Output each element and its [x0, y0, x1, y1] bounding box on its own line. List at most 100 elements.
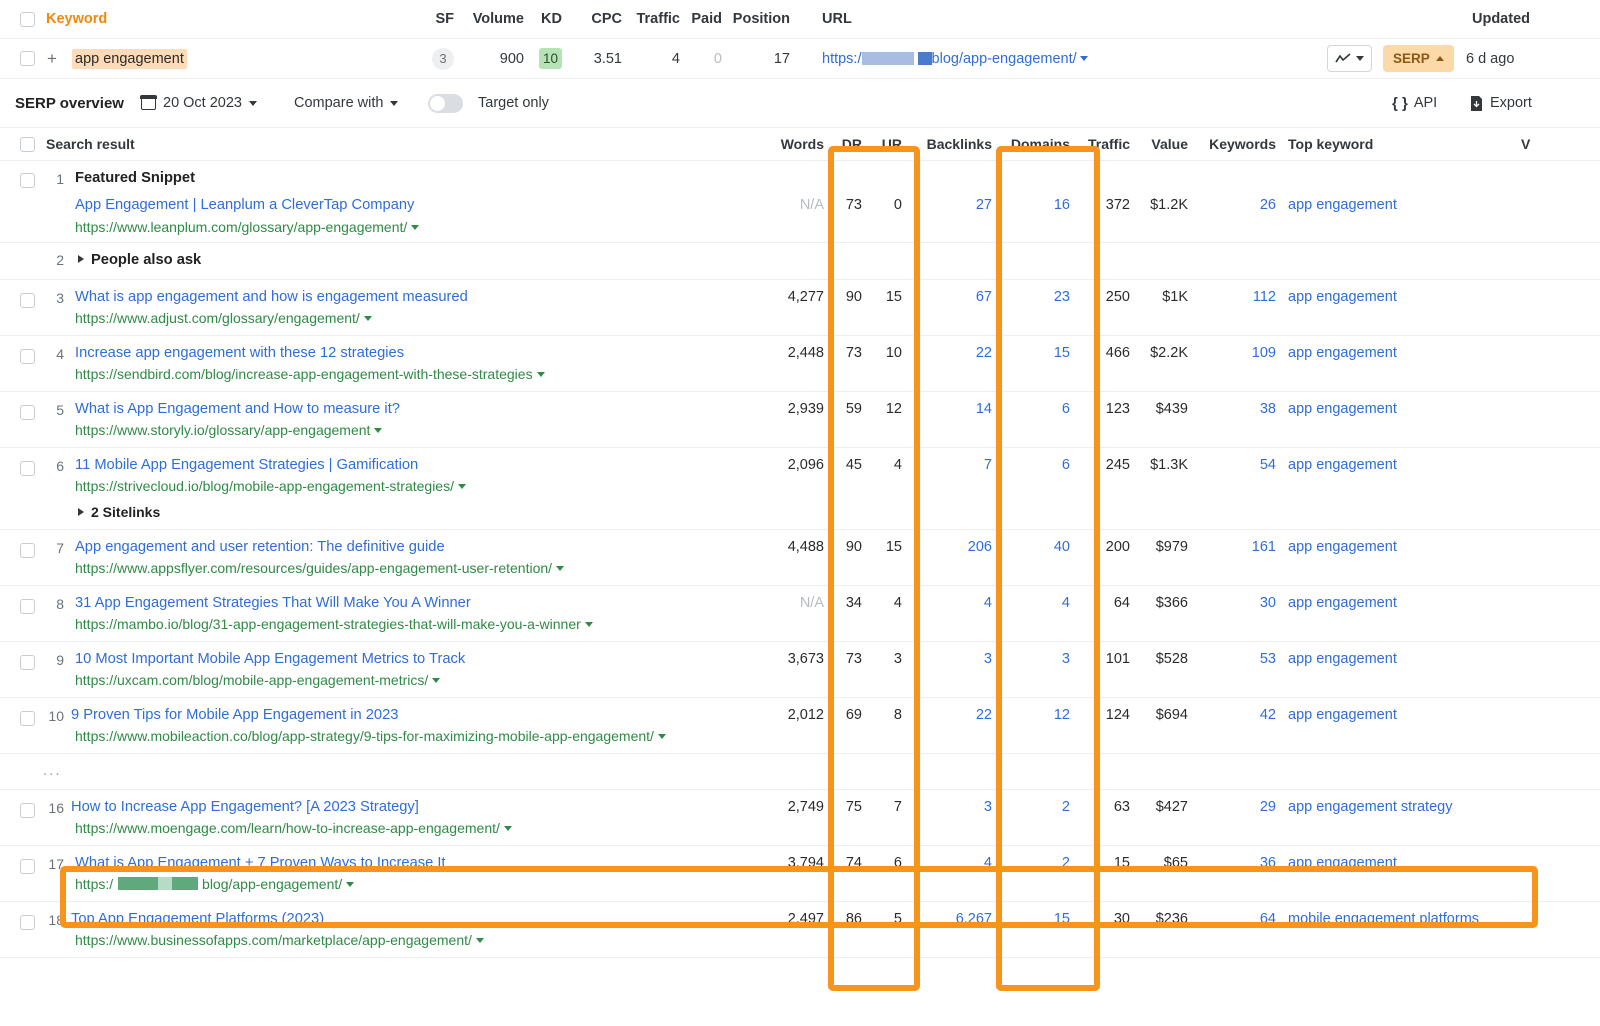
result-url[interactable]: https://mambo.io/blog/31-app-engagement-…: [75, 616, 593, 632]
keywords-value[interactable]: 30: [1196, 595, 1276, 611]
top-keyword-column-header[interactable]: Top keyword: [1288, 128, 1373, 160]
keywords-value[interactable]: 38: [1196, 401, 1276, 417]
updated-column-header[interactable]: Updated: [1400, 0, 1530, 38]
backlinks-value[interactable]: 4: [912, 595, 992, 611]
top-keyword-value[interactable]: app engagement: [1288, 855, 1397, 871]
export-button[interactable]: Export: [1470, 79, 1532, 127]
keywords-value[interactable]: 161: [1196, 539, 1276, 555]
domains-value[interactable]: 15: [1000, 911, 1070, 927]
select-all-results-checkbox[interactable]: [20, 128, 35, 160]
chevron-down-icon[interactable]: [536, 372, 545, 377]
serp-toggle-button[interactable]: SERP: [1383, 39, 1454, 78]
backlinks-value[interactable]: 6,267: [912, 911, 992, 927]
value-column-header[interactable]: Value: [1136, 128, 1188, 160]
add-keyword-button[interactable]: +: [47, 39, 57, 78]
domains-value[interactable]: 2: [1000, 799, 1070, 815]
chevron-down-icon[interactable]: [457, 484, 466, 489]
result-url[interactable]: https://uxcam.com/blog/mobile-app-engage…: [75, 672, 441, 688]
domains-value[interactable]: 6: [1000, 401, 1070, 417]
domains-column-header[interactable]: Domains: [1000, 128, 1070, 160]
compare-with-dropdown[interactable]: Compare with: [294, 79, 399, 127]
paid-column-header[interactable]: Paid: [686, 0, 722, 38]
result-url[interactable]: https://sendbird.com/blog/increase-app-e…: [75, 366, 545, 382]
row-checkbox[interactable]: [20, 698, 35, 738]
cpc-column-header[interactable]: CPC: [578, 0, 622, 38]
top-keyword-value[interactable]: app engagement: [1288, 707, 1397, 723]
keyword-value[interactable]: app engagement: [72, 39, 187, 78]
words-column-header[interactable]: Words: [756, 128, 824, 160]
backlinks-value[interactable]: 14: [912, 401, 992, 417]
domains-value[interactable]: 15: [1000, 345, 1070, 361]
keywords-value[interactable]: 109: [1196, 345, 1276, 361]
chevron-down-icon[interactable]: [657, 734, 666, 739]
chevron-down-icon[interactable]: [411, 225, 420, 230]
row-checkbox[interactable]: [20, 280, 35, 320]
result-url[interactable]: https://www.storyly.io/glossary/app-enga…: [75, 422, 383, 438]
target-url-link[interactable]: https:/ blog/app-engagement/: [822, 39, 1088, 78]
domains-value[interactable]: 4: [1000, 595, 1070, 611]
row-checkbox[interactable]: [20, 846, 35, 886]
row-checkbox[interactable]: [20, 790, 35, 830]
api-button[interactable]: { } API: [1392, 79, 1437, 127]
chevron-down-icon[interactable]: [1079, 56, 1088, 61]
result-url[interactable]: https://www.appsflyer.com/resources/guid…: [75, 560, 565, 576]
row-checkbox[interactable]: [20, 902, 35, 942]
select-all-keywords-checkbox[interactable]: [20, 0, 35, 38]
backlinks-value[interactable]: 3: [912, 799, 992, 815]
row-checkbox[interactable]: [20, 392, 35, 432]
top-keyword-value[interactable]: app engagement: [1288, 539, 1397, 555]
toggle-switch[interactable]: [428, 93, 463, 113]
domains-value[interactable]: 2: [1000, 855, 1070, 871]
result-url[interactable]: https://www.moengage.com/learn/how-to-in…: [75, 820, 512, 836]
row-checkbox[interactable]: [20, 448, 35, 488]
people-also-ask-toggle[interactable]: People also ask: [78, 252, 201, 268]
top-keyword-value[interactable]: app engagement: [1288, 595, 1397, 611]
volume-column-header-truncated[interactable]: V: [1521, 128, 1530, 160]
dr-column-header[interactable]: DR: [832, 128, 862, 160]
backlinks-value[interactable]: 67: [912, 289, 992, 305]
backlinks-value[interactable]: 3: [912, 651, 992, 667]
top-keyword-value[interactable]: app engagement: [1288, 401, 1397, 417]
kd-column-header[interactable]: KD: [530, 0, 562, 38]
keywords-value[interactable]: 64: [1196, 911, 1276, 927]
search-result-column-header[interactable]: Search result: [46, 128, 135, 160]
domains-value[interactable]: 12: [1000, 707, 1070, 723]
keywords-value[interactable]: 36: [1196, 855, 1276, 871]
url-column-header[interactable]: URL: [822, 0, 852, 38]
keywords-value[interactable]: 112: [1196, 289, 1276, 305]
keywords-value[interactable]: 29: [1196, 799, 1276, 815]
backlinks-value[interactable]: 27: [912, 197, 992, 213]
result-url[interactable]: https://strivecloud.io/blog/mobile-app-e…: [75, 478, 466, 494]
metrics-chart-button[interactable]: [1327, 39, 1372, 78]
chevron-down-icon[interactable]: [503, 826, 512, 831]
top-keyword-value[interactable]: app engagement: [1288, 345, 1397, 361]
ur-column-header[interactable]: UR: [872, 128, 902, 160]
result-url[interactable]: https://www.adjust.com/glossary/engageme…: [75, 310, 372, 326]
top-keyword-value[interactable]: app engagement strategy: [1288, 799, 1452, 815]
backlinks-value[interactable]: 22: [912, 345, 992, 361]
chevron-down-icon[interactable]: [432, 678, 441, 683]
traffic-column-header[interactable]: Traffic: [1080, 128, 1130, 160]
domains-value[interactable]: 3: [1000, 651, 1070, 667]
top-keyword-value[interactable]: app engagement: [1288, 457, 1397, 473]
keyword-row-checkbox[interactable]: [20, 39, 35, 78]
keywords-value[interactable]: 26: [1196, 197, 1276, 213]
backlinks-value[interactable]: 206: [912, 539, 992, 555]
chevron-down-icon[interactable]: [584, 622, 593, 627]
domains-value[interactable]: 6: [1000, 457, 1070, 473]
backlinks-value[interactable]: 4: [912, 855, 992, 871]
result-url[interactable]: https:/ blog/app-engagement/: [75, 876, 355, 892]
keywords-column-header[interactable]: Keywords: [1196, 128, 1276, 160]
row-checkbox[interactable]: [20, 586, 35, 626]
row-checkbox[interactable]: [20, 530, 35, 570]
chevron-down-icon[interactable]: [556, 566, 565, 571]
sitelinks-toggle[interactable]: 2 Sitelinks: [78, 504, 160, 520]
row-checkbox[interactable]: [20, 161, 35, 199]
backlinks-value[interactable]: 7: [912, 457, 992, 473]
keywords-value[interactable]: 54: [1196, 457, 1276, 473]
top-keyword-value[interactable]: app engagement: [1288, 289, 1397, 305]
date-picker[interactable]: 20 Oct 2023: [140, 79, 257, 127]
top-keyword-value[interactable]: mobile engagement platforms: [1288, 911, 1479, 927]
result-url[interactable]: https://www.leanplum.com/glossary/app-en…: [75, 219, 420, 235]
domains-value[interactable]: 23: [1000, 289, 1070, 305]
